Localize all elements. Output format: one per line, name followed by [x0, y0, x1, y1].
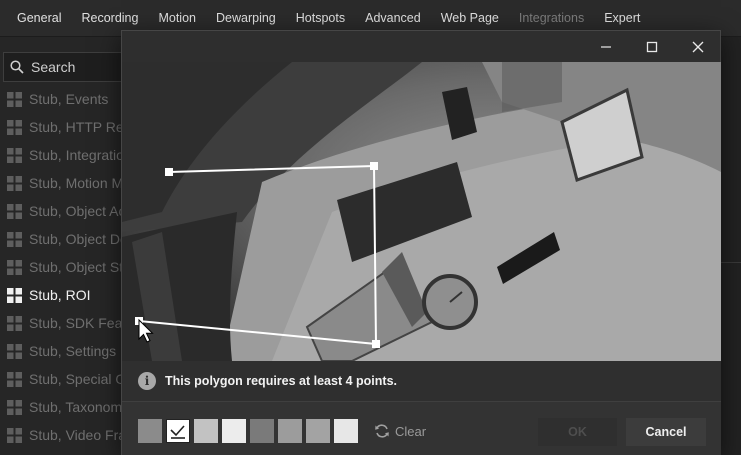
clear-button[interactable]: Clear: [374, 421, 426, 441]
plugin-list-item[interactable]: Stub, Taxonomy: [0, 393, 130, 421]
plugin-label: Stub, Integration Actions: [29, 147, 130, 163]
plugin-label: Stub, Object Detection: [29, 231, 130, 247]
info-icon: i: [138, 372, 156, 390]
plugin-label: Stub, Object Actions: [29, 203, 130, 219]
plugin-list-item[interactable]: Stub, Integration Actions: [0, 141, 130, 169]
cancel-button[interactable]: Cancel: [626, 418, 706, 446]
search-box[interactable]: [3, 52, 128, 82]
maximize-icon: [646, 41, 658, 52]
plugin-panel: Stub, Events Stub, HTTP Requests Stub, Int…: [0, 37, 130, 455]
clear-label: Clear: [395, 423, 427, 439]
color-swatch[interactable]: [278, 419, 302, 443]
plugin-grid-icon: [7, 147, 22, 163]
roi-editor-dialog: i This polygon requires at least 4 point…: [121, 30, 721, 455]
plugin-list-item[interactable]: Stub, Object Detection: [0, 225, 130, 253]
plugin-list-item[interactable]: Stub, Object Actions: [0, 197, 130, 225]
plugin-list-item[interactable]: Stub, Object Streamer: [0, 253, 130, 281]
validation-message-bar: i This polygon requires at least 4 point…: [122, 361, 721, 401]
plugin-list-item[interactable]: Stub, ROI: [0, 281, 130, 309]
color-swatch[interactable]: [166, 419, 190, 443]
plugin-label: Stub, SDK Features: [29, 315, 130, 331]
roi-vertex[interactable]: [165, 168, 173, 176]
minimize-button[interactable]: [584, 31, 628, 62]
ok-button[interactable]: OK: [538, 418, 617, 446]
search-icon: [10, 60, 24, 74]
plugin-label: Stub, Object Streamer: [29, 259, 130, 275]
plugin-grid-icon: [7, 259, 22, 275]
plugin-grid-icon: [7, 343, 22, 359]
color-swatch[interactable]: [334, 419, 358, 443]
color-swatch[interactable]: [250, 419, 274, 443]
plugin-label: Stub, ROI: [29, 287, 91, 303]
plugin-label: Stub, Settings: [29, 343, 117, 359]
plugin-label: Stub, Events: [29, 91, 109, 107]
plugin-grid-icon: [7, 203, 22, 219]
color-swatch[interactable]: [222, 419, 246, 443]
plugin-grid-icon: [7, 91, 22, 107]
tab-general[interactable]: General: [7, 0, 71, 37]
plugin-list-item[interactable]: Stub, Events: [0, 85, 130, 113]
plugin-grid-icon: [7, 315, 22, 331]
minimize-icon: [601, 45, 611, 48]
plugin-list-item[interactable]: Stub, SDK Features: [0, 309, 130, 337]
plugin-grid-icon: [7, 371, 22, 387]
plugin-grid-icon: [7, 175, 22, 191]
maximize-button[interactable]: [630, 31, 674, 62]
checkmark-icon: [170, 425, 185, 439]
plugin-grid-icon: [7, 427, 22, 443]
dialog-titlebar[interactable]: [122, 31, 720, 62]
plugin-label: Stub, HTTP Requests: [29, 119, 130, 135]
search-input[interactable]: [31, 59, 121, 75]
background-right-strip: [720, 37, 741, 455]
plugin-label: Stub, Taxonomy: [29, 399, 130, 415]
roi-vertex[interactable]: [372, 340, 380, 348]
close-button[interactable]: [676, 31, 720, 62]
plugin-label: Stub, Special Objects: [29, 371, 130, 387]
plugin-list: Stub, Events Stub, HTTP Requests Stub, Int…: [0, 85, 130, 449]
color-swatch[interactable]: [194, 419, 218, 443]
refresh-icon: [375, 424, 389, 438]
plugin-grid-icon: [7, 119, 22, 135]
plugin-list-item[interactable]: Stub, Video Frames: [0, 421, 130, 449]
plugin-list-item[interactable]: Stub, Special Objects: [0, 365, 130, 393]
camera-frame: [122, 62, 721, 361]
plugin-grid-icon: [7, 231, 22, 247]
plugin-label: Stub, Motion Metadata: [29, 175, 130, 191]
roi-vertex[interactable]: [370, 162, 378, 170]
plugin-list-item[interactable]: Stub, HTTP Requests: [0, 113, 130, 141]
plugin-label: Stub, Video Frames: [29, 427, 130, 443]
plugin-list-item[interactable]: Stub, Settings: [0, 337, 130, 365]
plugin-list-item[interactable]: Stub, Motion Metadata: [0, 169, 130, 197]
dialog-footer: Clear OK Cancel: [122, 402, 721, 455]
close-icon: [692, 41, 704, 52]
camera-preview[interactable]: [122, 62, 721, 361]
plugin-grid-icon: [7, 287, 22, 303]
color-swatch[interactable]: [138, 419, 162, 443]
color-swatch[interactable]: [306, 419, 330, 443]
validation-message: This polygon requires at least 4 points.: [165, 374, 397, 388]
plugin-grid-icon: [7, 399, 22, 415]
